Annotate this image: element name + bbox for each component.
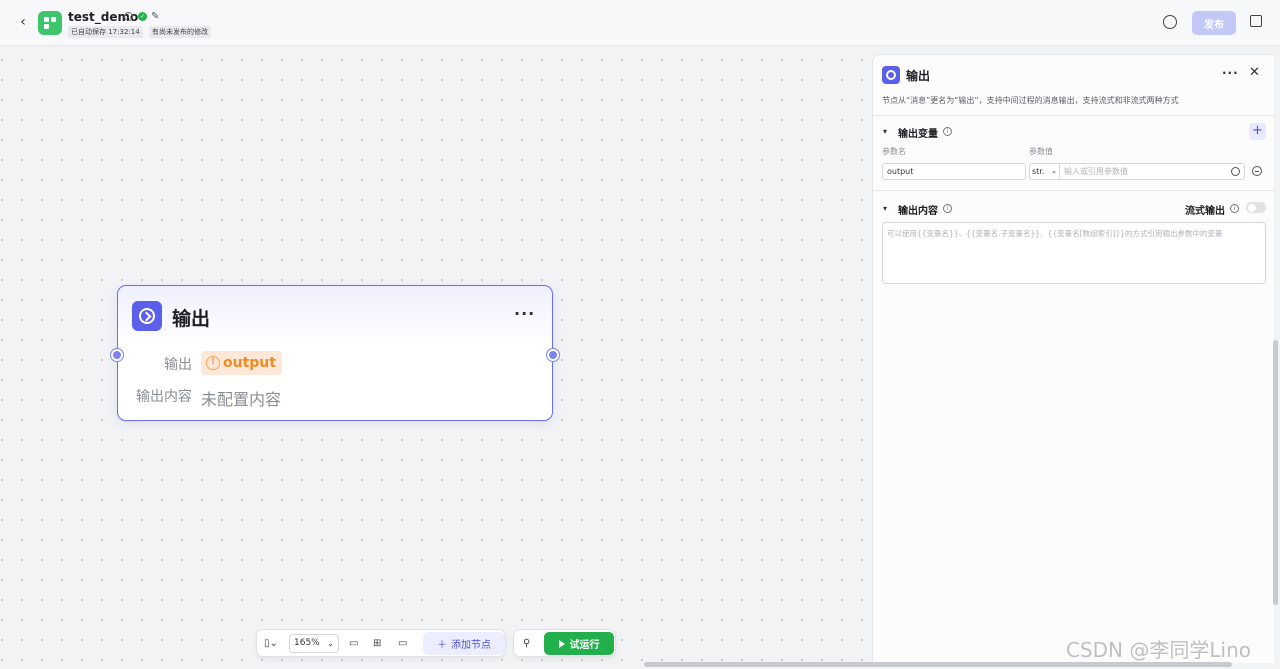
run-toolbar: ⚲ 试运行 (513, 629, 616, 657)
close-icon[interactable]: ✕ (1249, 65, 1260, 80)
add-variable-button[interactable]: + (1249, 123, 1266, 140)
chevron-down-icon[interactable]: ▾ (883, 127, 887, 136)
node-title: 输出 (172, 308, 211, 330)
output-node-icon (882, 66, 900, 84)
remove-variable-icon[interactable] (1252, 166, 1262, 176)
param-value-placeholder: 输入或引用参数值 (1064, 167, 1128, 176)
check-icon: ✓ (138, 12, 147, 21)
type-select[interactable]: str. ⌄ (1029, 163, 1059, 180)
node-config-panel: 输出 ··· ✕ 节点从“消息”更名为“输出”，支持中间过程的消息输出，支持流式… (872, 54, 1275, 663)
reference-icon[interactable] (1231, 167, 1240, 176)
content-label: 输出内容 (136, 389, 192, 405)
copy-icon[interactable] (1250, 15, 1262, 27)
param-value-header: 参数值 (1029, 147, 1053, 156)
divider (873, 115, 1275, 116)
panel-title: 输出 (906, 69, 931, 83)
more-icon[interactable]: ··· (1222, 66, 1239, 80)
chevron-down-icon: ⌄ (1051, 167, 1057, 175)
workflow-logo-icon (38, 11, 62, 35)
warning-icon: ! (206, 356, 220, 370)
test-run-button[interactable]: 试运行 (544, 632, 614, 655)
watermark: CSDN @李同学Lino (1066, 638, 1251, 662)
param-value-input[interactable]: 输入或引用参数值 (1059, 163, 1245, 180)
input-port[interactable] (111, 349, 123, 361)
history-icon[interactable] (1163, 15, 1177, 29)
canvas-toolbar: ▯⌄ 165% ⌄ ▭ ⊞ ▭ ＋ 添加节点 (256, 629, 506, 657)
info-icon[interactable]: i (1230, 204, 1239, 213)
info-icon[interactable]: i (124, 12, 133, 21)
top-bar: ‹ test_demo i ✓ ✎ 已自动保存 17:32:14 有尚未发布的修… (0, 0, 1280, 46)
param-name-header: 参数名 (882, 147, 906, 156)
play-icon (558, 639, 565, 648)
chevron-down-icon[interactable]: ▾ (883, 204, 887, 213)
content-section-title: 输出内容 (898, 206, 938, 217)
run-label: 试运行 (569, 640, 600, 651)
mouse-icon[interactable]: ▯⌄ (264, 638, 278, 650)
content-value: 未配置内容 (201, 390, 282, 409)
zoom-value: 165% (294, 638, 320, 648)
minimap-icon[interactable]: ▭ (398, 638, 407, 650)
output-var-name: output (223, 355, 276, 371)
vars-section-title: 输出变量 (898, 129, 938, 140)
output-label: 输出 (164, 357, 192, 373)
more-icon[interactable]: ··· (514, 304, 535, 323)
output-var-tag: ! output (201, 351, 282, 375)
output-node-icon (132, 301, 162, 331)
publish-button[interactable]: 发布 (1192, 11, 1236, 35)
chevron-down-icon: ⌄ (327, 639, 334, 648)
back-icon[interactable]: ‹ (14, 13, 32, 31)
add-node-label: 添加节点 (451, 640, 491, 651)
output-content-textarea[interactable]: 可以使用{{变量名}}、{{变量名.子变量名}}、{{变量名[数组索引]}}的方… (882, 222, 1266, 284)
stream-output-label: 流式输出 (1185, 206, 1225, 217)
layout-icon[interactable]: ⊞ (373, 638, 381, 650)
panel-description: 节点从“消息”更名为“输出”，支持中间过程的消息输出，支持流式和非流式两种方式 (882, 96, 1179, 105)
tool-icon[interactable]: ⚲ (523, 638, 530, 650)
vertical-scrollbar[interactable] (1273, 340, 1278, 605)
add-node-button[interactable]: ＋ 添加节点 (423, 632, 505, 655)
stream-output-toggle[interactable] (1246, 202, 1266, 213)
type-value: str. (1032, 167, 1045, 176)
unpublished-badge: 有尚未发布的修改 (149, 26, 211, 38)
divider (873, 190, 1275, 191)
output-node[interactable]: 输出 ··· 输出 ! output 输出内容 未配置内容 (111, 285, 559, 421)
output-port[interactable] (547, 349, 559, 361)
edit-icon[interactable]: ✎ (151, 11, 159, 22)
zoom-select[interactable]: 165% ⌄ (289, 634, 339, 653)
info-icon[interactable]: i (943, 127, 952, 136)
comment-icon[interactable]: ▭ (349, 638, 358, 650)
param-name-input[interactable]: output (882, 163, 1026, 180)
info-icon[interactable]: i (943, 204, 952, 213)
autosave-badge: 已自动保存 17:32:14 (68, 26, 143, 38)
plus-icon: ＋ (437, 640, 447, 651)
